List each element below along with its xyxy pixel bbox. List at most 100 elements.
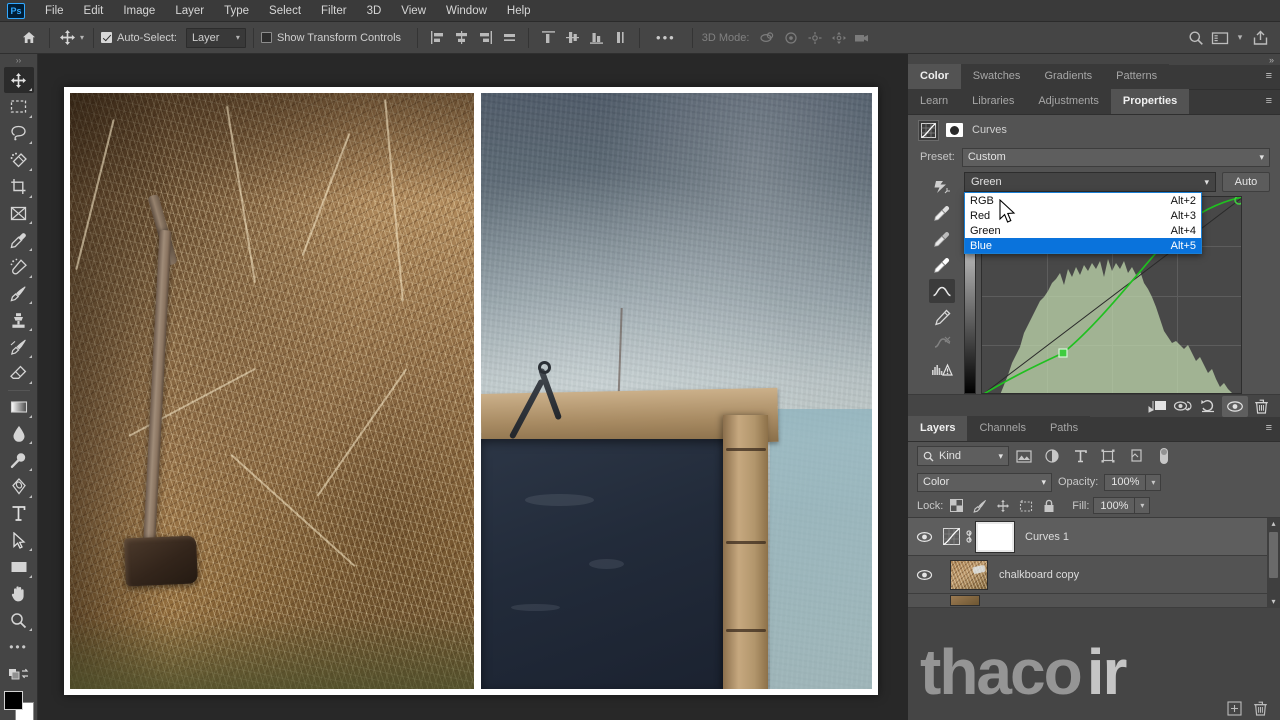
plus-square-icon[interactable] <box>1222 698 1246 718</box>
layers-scrollbar-thumb[interactable] <box>1269 532 1278 578</box>
tool-path-selection[interactable] <box>4 527 34 553</box>
menu-select[interactable]: Select <box>259 0 311 22</box>
workspace-icon[interactable] <box>1208 27 1232 49</box>
tab-libraries[interactable]: Libraries <box>960 89 1027 114</box>
panel-menu-icon[interactable]: ≡ <box>1258 416 1280 441</box>
lock-transparent-pixels-icon[interactable] <box>947 497 966 515</box>
toolbar-grip[interactable]: ›› <box>0 54 37 67</box>
share-icon[interactable] <box>1248 27 1272 49</box>
layer-row-partial[interactable] <box>908 594 1280 608</box>
black-point-eyedropper[interactable] <box>929 201 955 225</box>
pencil-draw-curve-tool[interactable] <box>929 305 955 329</box>
tab-gradients[interactable]: Gradients <box>1032 64 1105 89</box>
blend-mode-dropdown[interactable]: Color ▾ <box>917 472 1052 492</box>
filter-toggle-icon[interactable] <box>1151 446 1177 466</box>
channel-option-green[interactable]: Green Alt+4 <box>965 223 1201 238</box>
tab-properties[interactable]: Properties <box>1110 89 1190 114</box>
channel-option-rgb[interactable]: RGB Alt+2 <box>965 193 1201 208</box>
auto-select-scope-dropdown[interactable]: Layer ▾ <box>185 27 246 48</box>
tool-brush[interactable] <box>4 281 34 307</box>
foreground-color-swatch[interactable] <box>3 691 23 711</box>
tab-layers[interactable]: Layers <box>908 416 968 441</box>
gray-point-eyedropper[interactable] <box>929 227 955 251</box>
tab-learn[interactable]: Learn <box>908 89 961 114</box>
tool-edit-toolbar[interactable]: ••• <box>4 634 34 660</box>
orbit-3d-icon[interactable] <box>755 27 779 49</box>
tab-patterns[interactable]: Patterns <box>1104 64 1170 89</box>
tool-frame[interactable] <box>4 201 34 227</box>
eye-cycle-icon[interactable] <box>1170 396 1196 417</box>
distribute-vertical-icon[interactable] <box>608 27 632 49</box>
tool-move[interactable] <box>3 67 34 93</box>
menu-image[interactable]: Image <box>113 0 165 22</box>
active-tool-move-icon[interactable]: ▾ <box>57 26 86 50</box>
menu-type[interactable]: Type <box>214 0 259 22</box>
opacity-stepper-chevron-icon[interactable]: ▾ <box>1146 473 1162 491</box>
reset-arrow-icon[interactable] <box>1196 396 1222 417</box>
tool-clone-stamp[interactable] <box>4 307 34 333</box>
adjustment-filter-icon[interactable] <box>1039 446 1065 466</box>
layer-mask-link-icon[interactable] <box>962 530 976 543</box>
camera-3d-icon[interactable] <box>851 27 875 49</box>
tool-rectangle[interactable] <box>4 554 34 580</box>
tool-blur[interactable] <box>4 421 34 447</box>
trash-icon[interactable] <box>1248 396 1274 417</box>
menu-edit[interactable]: Edit <box>74 0 114 22</box>
tab-color[interactable]: Color <box>908 64 961 89</box>
tool-eyedropper[interactable] <box>4 227 34 253</box>
menu-help[interactable]: Help <box>497 0 541 22</box>
tool-lasso[interactable] <box>4 121 34 147</box>
tool-eraser[interactable] <box>4 361 34 387</box>
tool-horizontal-type[interactable] <box>4 501 34 527</box>
layer-visibility-toggle[interactable] <box>908 569 940 581</box>
document-window[interactable] <box>64 87 878 695</box>
tool-spot-healing-brush[interactable] <box>4 254 34 280</box>
smart-object-filter-icon[interactable] <box>1123 446 1149 466</box>
channel-dropdown-list[interactable]: RGB Alt+2 Red Alt+3 Green Alt+4 Blue Alt… <box>964 192 1202 254</box>
tool-hand[interactable] <box>4 581 34 607</box>
menu-view[interactable]: View <box>391 0 436 22</box>
align-left-edges-icon[interactable] <box>425 27 449 49</box>
smooth-curve-tool[interactable] <box>929 331 955 355</box>
panel-menu-icon[interactable]: ≡ <box>1258 64 1280 89</box>
align-vertical-centers-icon[interactable] <box>560 27 584 49</box>
tool-history-brush[interactable] <box>4 334 34 360</box>
preset-dropdown[interactable]: Custom ▾ <box>961 147 1270 167</box>
layer-visibility-toggle[interactable] <box>908 531 940 543</box>
fill-value[interactable]: 100% <box>1093 497 1136 514</box>
layer-thumbnail[interactable] <box>950 559 988 590</box>
show-transform-controls-checkbox[interactable] <box>260 32 272 43</box>
tool-gradient[interactable] <box>4 394 34 420</box>
more-options-button[interactable]: ••• <box>647 30 685 45</box>
tool-dodge[interactable] <box>4 447 34 473</box>
white-point-eyedropper[interactable] <box>929 253 955 277</box>
chevron-down-icon[interactable]: ▾ <box>1232 27 1248 49</box>
menu-3d[interactable]: 3D <box>357 0 392 22</box>
menu-window[interactable]: Window <box>436 0 497 22</box>
shape-filter-icon[interactable] <box>1095 446 1121 466</box>
tool-crop[interactable] <box>4 174 34 200</box>
tool-quick-selection[interactable] <box>4 147 34 173</box>
layer-mask-thumbnail[interactable] <box>975 520 1015 553</box>
tab-channels[interactable]: Channels <box>967 416 1038 441</box>
search-icon[interactable] <box>1184 27 1208 49</box>
layer-name[interactable]: chalkboard copy <box>999 569 1079 581</box>
pan-3d-icon[interactable] <box>803 27 827 49</box>
tab-swatches[interactable]: Swatches <box>960 64 1033 89</box>
home-icon[interactable] <box>16 26 42 50</box>
lock-artboard-icon[interactable] <box>1016 497 1035 515</box>
lock-image-pixels-icon[interactable] <box>970 497 989 515</box>
curves-adjustment-icon[interactable] <box>940 526 962 548</box>
auto-button[interactable]: Auto <box>1222 172 1270 192</box>
tool-rectangular-marquee[interactable] <box>4 94 34 120</box>
opacity-value[interactable]: 100% <box>1104 473 1147 491</box>
layer-name[interactable]: Curves 1 <box>1025 531 1069 543</box>
curve-point-tool[interactable] <box>929 279 955 303</box>
lock-position-icon[interactable] <box>993 497 1012 515</box>
align-right-edges-icon[interactable] <box>473 27 497 49</box>
menu-file[interactable]: File <box>35 0 74 22</box>
panel-menu-icon[interactable]: ≡ <box>1258 89 1280 114</box>
color-swatches[interactable] <box>3 691 34 720</box>
on-image-adjustment-tool[interactable] <box>929 175 955 199</box>
trash-icon[interactable] <box>1248 698 1272 718</box>
